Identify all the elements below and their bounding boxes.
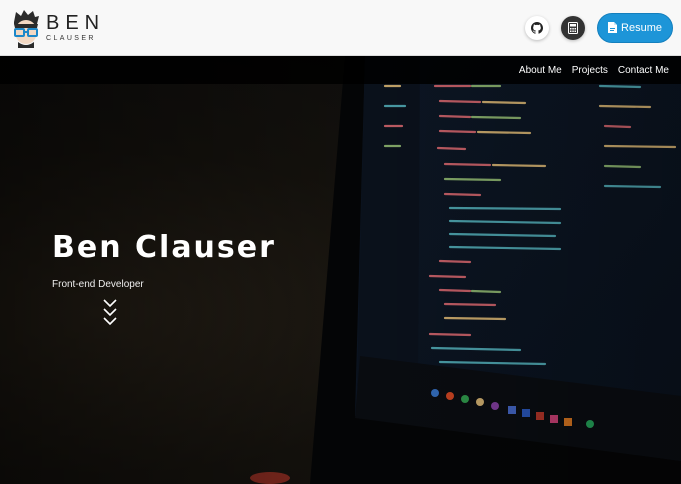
chevron-triple-down-icon[interactable]: [103, 298, 117, 330]
resume-button[interactable]: Resume: [597, 12, 673, 43]
main-nav: About Me Projects Contact Me: [0, 56, 681, 84]
logo-surname: CLAUSER: [46, 35, 96, 42]
hero-text-block: Ben Clauser Front-end Developer: [52, 230, 276, 290]
nav-about-me[interactable]: About Me: [519, 65, 562, 76]
header-actions: Resume: [525, 12, 673, 43]
site-logo[interactable]: BEN CLAUSER: [10, 8, 105, 48]
hero-name: Ben Clauser: [52, 230, 276, 265]
resume-label: Resume: [621, 21, 662, 34]
nav-contact-me[interactable]: Contact Me: [618, 65, 669, 76]
calculator-button[interactable]: [561, 15, 586, 40]
hero-section: Ben Clauser Front-end Developer: [0, 56, 681, 484]
file-pdf-icon: [608, 22, 618, 33]
github-icon: [531, 21, 544, 34]
github-button[interactable]: [525, 15, 550, 40]
nav-projects[interactable]: Projects: [572, 65, 608, 76]
logo-avatar-icon: [10, 8, 42, 48]
hero-role: Front-end Developer: [52, 279, 144, 290]
site-header: BEN CLAUSER Resume: [0, 0, 681, 56]
calculator-icon: [568, 21, 579, 34]
logo-name: BEN: [46, 12, 106, 34]
